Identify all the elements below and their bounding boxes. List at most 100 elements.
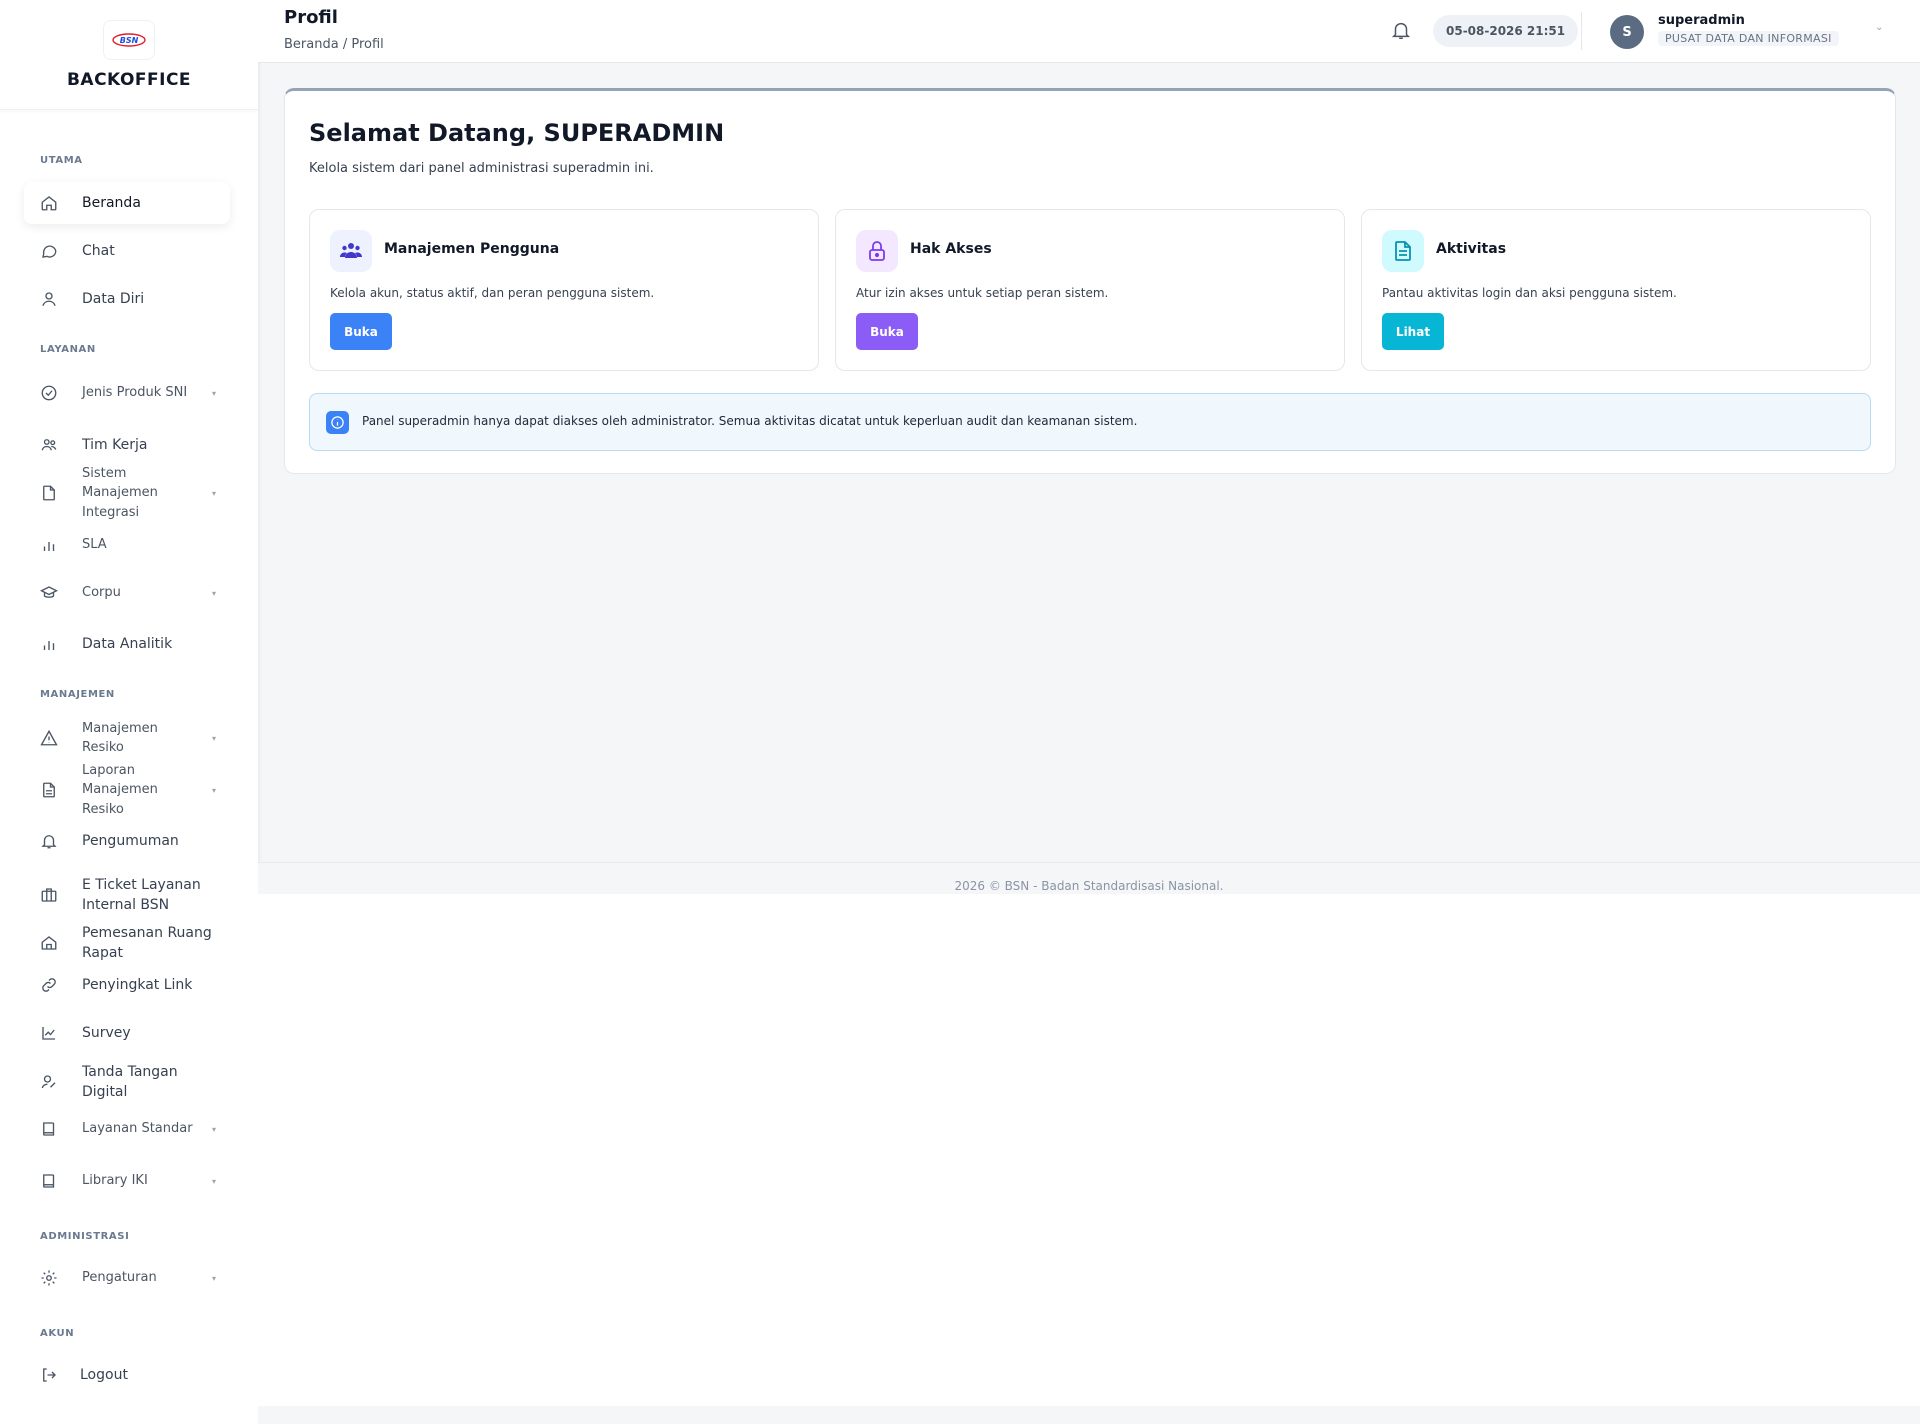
chevron-down-icon: ▾ — [211, 1273, 216, 1283]
user-sign-icon — [40, 1073, 58, 1091]
warning-icon — [40, 729, 58, 747]
bar-chart-icon — [40, 536, 58, 554]
sidebar-item-label: SLA — [82, 537, 107, 553]
section-akun: AKUN — [40, 1328, 75, 1339]
brand-name: BACKOFFICE — [66, 69, 192, 90]
sidebar-item-label: Layanan Standar — [82, 1121, 193, 1137]
feature-card-manajemen-pengguna: Manajemen Pengguna Kelola akun, status a… — [309, 209, 819, 371]
breadcrumb[interactable]: Beranda / Profil — [284, 37, 384, 52]
user-org-badge: PUSAT DATA DAN INFORMASI — [1658, 31, 1839, 46]
graduation-cap-icon — [39, 584, 59, 602]
sidebar-item-label: Sistem Manajemen Integrasi — [82, 465, 158, 520]
info-alert: Panel superadmin hanya dapat diakses ole… — [309, 393, 1871, 451]
info-icon — [326, 411, 349, 434]
sidebar-item-library-iki[interactable]: Library IKI ▾ — [24, 1160, 230, 1202]
sidebar-item-label: Pengumuman — [82, 833, 179, 849]
sidebar-item-manajemen-resiko[interactable]: Manajemen Resiko ▾ — [24, 717, 230, 759]
footer-text: 2026 © BSN - Badan Standardisasi Nasiona… — [954, 879, 1224, 893]
home-icon — [40, 194, 58, 212]
open-user-management-button[interactable]: Buka — [330, 313, 392, 350]
briefcase-icon — [40, 886, 58, 904]
feature-card-title: Hak Akses — [910, 241, 992, 257]
section-layanan: LAYANAN — [40, 344, 96, 355]
sidebar-item-penyingkat-link[interactable]: Penyingkat Link — [24, 964, 230, 1006]
bell-icon — [40, 832, 58, 850]
lock-icon — [856, 230, 898, 272]
sidebar-item-label: Chat — [82, 243, 115, 259]
section-administrasi: ADMINISTRASI — [40, 1231, 130, 1242]
sidebar-item-pengumuman[interactable]: Pengumuman — [24, 820, 230, 862]
page-title: Profil — [284, 7, 338, 28]
blank-area — [258, 894, 1920, 1406]
sidebar-item-label: Jenis Produk SNI — [82, 385, 188, 401]
welcome-subtitle: Kelola sistem dari panel administrasi su… — [309, 161, 654, 176]
sidebar-item-label: Pengaturan — [82, 1270, 157, 1286]
brand-logo[interactable]: BSN — [103, 19, 155, 60]
sidebar-item-laporan-manajemen-resiko[interactable]: Laporan Manajemen Resiko ▾ — [24, 761, 230, 819]
sidebar-item-data-analitik[interactable]: Data Analitik — [24, 623, 230, 665]
notification-bell-icon[interactable] — [1390, 19, 1412, 41]
feature-card-hak-akses: Hak Akses Atur izin akses untuk setiap p… — [835, 209, 1345, 371]
brand-logo-text: BSN — [120, 36, 139, 45]
chevron-down-icon: ▾ — [211, 388, 216, 398]
open-access-rights-button[interactable]: Buka — [856, 313, 918, 350]
chevron-down-icon[interactable]: ⌄ — [1875, 22, 1883, 33]
logout-icon — [40, 1366, 58, 1384]
sidebar-item-tim-kerja[interactable]: Tim Kerja — [24, 424, 230, 466]
sidebar-item-survey[interactable]: Survey — [24, 1012, 230, 1054]
sidebar-item-label: Logout — [80, 1367, 128, 1383]
datetime-badge: 05-08-2026 21:51 — [1433, 15, 1579, 47]
sidebar-item-pengaturan[interactable]: Pengaturan ▾ — [24, 1257, 230, 1299]
info-alert-text: Panel superadmin hanya dapat diakses ole… — [362, 414, 1138, 428]
building-icon — [40, 934, 58, 952]
report-icon — [40, 781, 58, 799]
sidebar-item-corpu[interactable]: Corpu ▾ — [24, 572, 230, 614]
user-icon — [40, 290, 58, 308]
sidebar-item-logout[interactable]: Logout — [24, 1354, 230, 1396]
feature-card-aktivitas: Aktivitas Pantau aktivitas login dan aks… — [1361, 209, 1871, 371]
sidebar-item-label: Corpu — [82, 585, 121, 601]
brand: BSN BACKOFFICE — [0, 0, 258, 110]
chat-icon — [40, 242, 58, 260]
feature-card-title: Manajemen Pengguna — [384, 241, 560, 257]
chevron-down-icon: ▾ — [211, 785, 216, 795]
link-icon — [40, 976, 58, 994]
welcome-panel: Selamat Datang, SUPERADMIN Kelola sistem… — [284, 88, 1896, 474]
sidebar-item-layanan-standar[interactable]: Layanan Standar ▾ — [24, 1108, 230, 1150]
check-circle-icon — [40, 384, 58, 402]
topbar: Profil Beranda / Profil 05-08-2026 21:51… — [258, 0, 1920, 63]
sidebar-item-beranda[interactable]: Beranda — [24, 182, 230, 224]
line-chart-icon — [40, 1024, 58, 1042]
document-icon — [1382, 230, 1424, 272]
feature-card-title: Aktivitas — [1436, 241, 1507, 257]
team-icon — [40, 436, 58, 454]
sidebar-item-chat[interactable]: Chat — [24, 230, 230, 272]
avatar[interactable]: S — [1610, 15, 1644, 49]
chevron-down-icon: ▾ — [211, 588, 216, 598]
sidebar-item-tanda-tangan-digital[interactable]: Tanda Tangan Digital — [24, 1056, 230, 1108]
chevron-down-icon: ▾ — [211, 1176, 216, 1186]
user-name[interactable]: superadmin — [1658, 13, 1745, 28]
book-icon — [40, 1172, 58, 1190]
sidebar-item-label: Manajemen Resiko — [82, 720, 158, 756]
users-icon — [330, 230, 372, 272]
book-icon — [40, 1120, 58, 1138]
sidebar-item-label: Laporan Manajemen Resiko — [82, 762, 158, 817]
sidebar-item-label: Tanda Tangan Digital — [82, 1064, 178, 1100]
footer: 2026 © BSN - Badan Standardisasi Nasiona… — [258, 862, 1920, 894]
feature-card-description: Atur izin akses untuk setiap peran siste… — [856, 286, 1109, 300]
sidebar-item-sla[interactable]: SLA — [24, 524, 230, 566]
section-manajemen: MANAJEMEN — [40, 689, 115, 700]
sidebar-item-data-diri[interactable]: Data Diri — [24, 278, 230, 320]
sidebar-item-label: Tim Kerja — [82, 437, 148, 453]
feature-card-description: Kelola akun, status aktif, dan peran pen… — [330, 286, 655, 300]
chevron-down-icon: ▾ — [211, 733, 216, 743]
sidebar-item-label: Library IKI — [82, 1173, 148, 1189]
sidebar-item-label: Penyingkat Link — [82, 977, 193, 993]
view-activity-button[interactable]: Lihat — [1382, 313, 1444, 350]
sidebar-item-jenis-produk-sni[interactable]: Jenis Produk SNI ▾ — [24, 372, 230, 414]
sidebar-item-label: Data Analitik — [82, 636, 173, 652]
sidebar-item-pemesanan-ruang-rapat[interactable]: Pemesanan Ruang Rapat — [24, 917, 230, 969]
sidebar-item-e-ticket[interactable]: E Ticket Layanan Internal BSN — [24, 869, 230, 921]
sidebar-item-sistem-manajemen-integrasi[interactable]: Sistem Manajemen Integrasi ▾ — [24, 464, 230, 522]
